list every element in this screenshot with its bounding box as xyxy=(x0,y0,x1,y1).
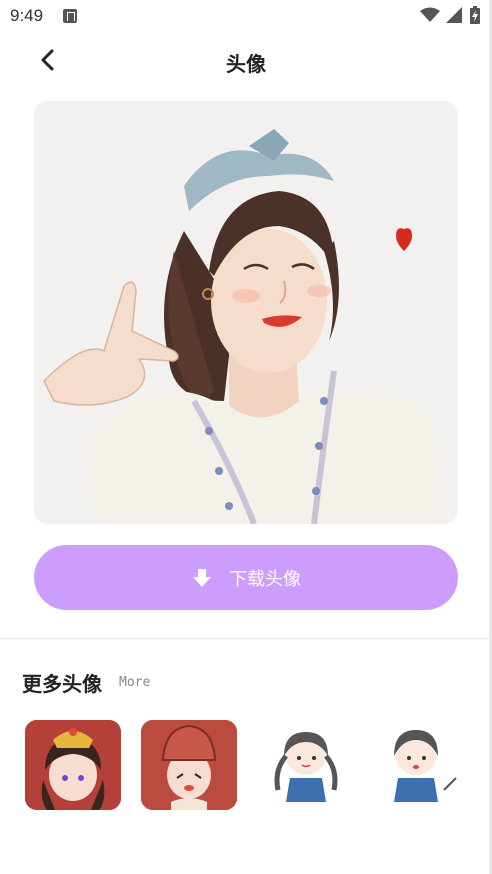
section-divider xyxy=(0,638,492,639)
thumbnail-image xyxy=(258,720,354,810)
page-title: 头像 xyxy=(226,52,266,76)
thumbnail-image xyxy=(374,720,470,810)
avatar-detail-screen: 9:49 头像 下载头像 更多头像 More xyxy=(0,0,492,874)
download-arrow-icon xyxy=(193,568,211,587)
signal-icon xyxy=(446,7,462,23)
status-bar: 9:49 xyxy=(0,0,492,32)
avatar-thumbnail[interactable] xyxy=(374,720,470,810)
battery-icon xyxy=(470,6,480,24)
wifi-icon xyxy=(420,7,440,22)
avatar-illustration xyxy=(34,101,458,524)
more-avatars-title: 更多头像 xyxy=(22,672,102,696)
avatar-thumbnail[interactable] xyxy=(141,720,237,810)
avatar-image[interactable] xyxy=(34,101,458,524)
app-header: 头像 xyxy=(0,36,492,86)
thumbnail-image xyxy=(25,720,121,810)
download-button-label: 下载头像 xyxy=(229,568,301,590)
download-avatar-button[interactable]: 下载头像 xyxy=(34,545,458,610)
more-avatars-subtitle: More xyxy=(119,675,151,690)
thumbnail-image xyxy=(141,720,237,810)
avatar-thumbnail[interactable] xyxy=(25,720,121,810)
avatar-thumbnail[interactable] xyxy=(258,720,354,810)
status-time: 9:49 xyxy=(10,6,44,25)
notification-icon xyxy=(63,9,77,23)
